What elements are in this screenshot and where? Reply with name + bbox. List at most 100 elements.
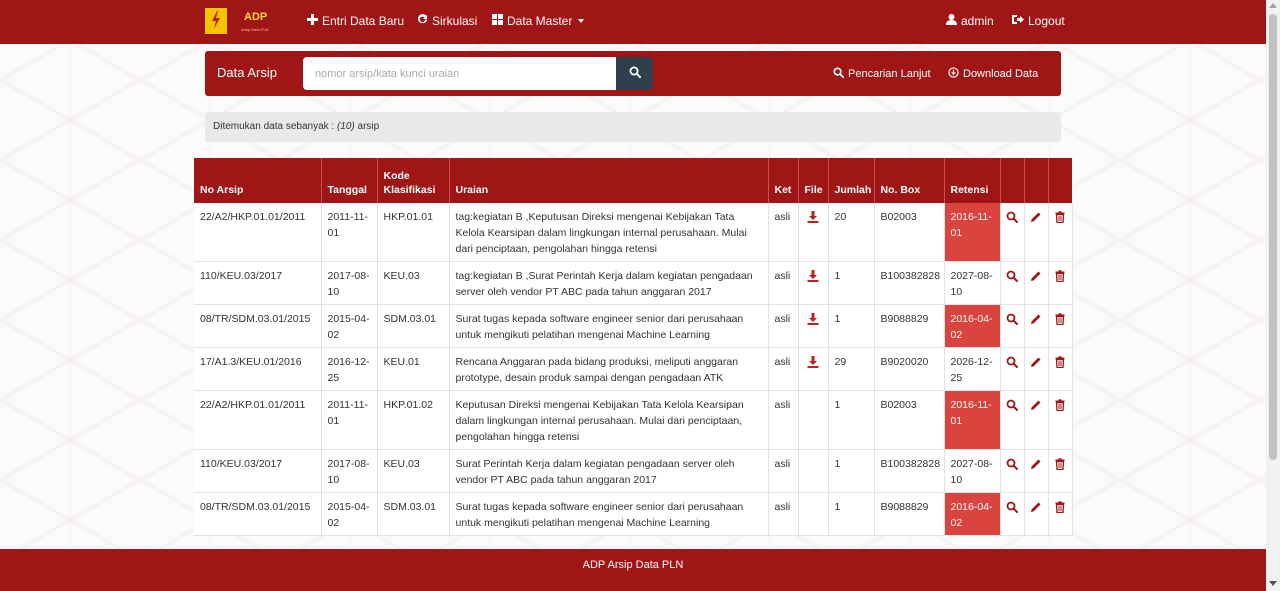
trash-icon[interactable] bbox=[1054, 458, 1066, 471]
header-ket[interactable]: Ket bbox=[768, 158, 799, 203]
cell-delete bbox=[1048, 304, 1073, 348]
table-row: 110/KEU.03/2017 2017-08-10 KEU.03 Surat Per… bbox=[194, 449, 1073, 493]
nav-user[interactable]: admin bbox=[946, 14, 994, 28]
trash-icon[interactable] bbox=[1054, 313, 1066, 326]
search-icon[interactable] bbox=[1006, 399, 1018, 412]
cell-delete bbox=[1048, 347, 1073, 391]
nav-user-label: admin bbox=[961, 14, 994, 28]
cell-delete bbox=[1048, 449, 1073, 493]
trash-icon[interactable] bbox=[1054, 501, 1066, 514]
pencil-icon[interactable] bbox=[1030, 356, 1042, 368]
scroll-up-arrow-icon[interactable] bbox=[1269, 3, 1277, 8]
cell-uraian: tag:kegiatan B ,Keputusan Direksi mengen… bbox=[449, 203, 769, 262]
pencil-icon[interactable] bbox=[1030, 313, 1042, 325]
brand-name[interactable]: ADP bbox=[244, 11, 267, 23]
search-icon[interactable] bbox=[1006, 270, 1018, 283]
download-icon[interactable] bbox=[807, 211, 819, 224]
nav-data-master[interactable]: Data Master bbox=[492, 14, 585, 28]
nav-entri-data-baru[interactable]: Entri Data Baru bbox=[307, 14, 404, 28]
cell-no-arsip: 22/A2/HKP.01.01/2011 bbox=[194, 203, 322, 262]
cell-tanggal: 2015-04-02 bbox=[321, 304, 378, 348]
pencil-icon[interactable] bbox=[1030, 270, 1042, 282]
nav-sirkulasi[interactable]: Sirkulasi bbox=[417, 14, 477, 28]
cell-uraian: Rencana Anggaran pada bidang produksi, m… bbox=[449, 347, 769, 391]
search-icon[interactable] bbox=[1006, 211, 1018, 224]
cell-no-box: B100382828 bbox=[874, 261, 945, 305]
result-count: (10) bbox=[336, 121, 355, 132]
cell-jumlah: 1 bbox=[828, 390, 875, 450]
user-icon bbox=[946, 14, 957, 28]
cell-no-arsip: 110/KEU.03/2017 bbox=[194, 261, 322, 305]
pencil-icon[interactable] bbox=[1030, 458, 1042, 470]
search-icon[interactable] bbox=[1006, 313, 1018, 326]
header-no-box[interactable]: No. Box bbox=[874, 158, 945, 203]
brand-subtitle: Arsip Data PLN bbox=[241, 27, 269, 32]
cell-kode-klasifikasi: KEU.03 bbox=[377, 449, 450, 493]
pencil-icon[interactable] bbox=[1030, 211, 1042, 223]
header-file[interactable]: File bbox=[798, 158, 829, 203]
trash-icon[interactable] bbox=[1054, 211, 1066, 224]
table-header-row: No Arsip Tanggal Kode Klasifikasi Uraian… bbox=[194, 158, 1072, 203]
header-action-delete bbox=[1048, 158, 1072, 203]
search-icon[interactable] bbox=[1006, 501, 1018, 514]
header-action-view bbox=[1000, 158, 1025, 203]
cell-no-box: B02003 bbox=[874, 203, 945, 262]
download-icon[interactable] bbox=[807, 313, 819, 326]
cell-no-arsip: 08/TR/SDM.03.01/2015 bbox=[194, 304, 322, 348]
download-data-label: Download Data bbox=[963, 68, 1039, 80]
cell-ket: asli bbox=[768, 347, 799, 391]
header-action-edit bbox=[1024, 158, 1049, 203]
cell-kode-klasifikasi: KEU.01 bbox=[377, 347, 450, 391]
nav-logout[interactable]: Logout bbox=[1012, 14, 1065, 28]
header-tanggal[interactable]: Tanggal bbox=[321, 158, 378, 203]
advanced-search-link[interactable]: Pencarian Lanjut bbox=[833, 67, 931, 81]
trash-icon[interactable] bbox=[1054, 399, 1066, 412]
cell-retensi: 2016-04-02 bbox=[944, 492, 1001, 536]
cell-jumlah: 20 bbox=[828, 203, 875, 262]
table-row: 110/KEU.03/2017 2017-08-10 KEU.03 tag:kegia… bbox=[194, 261, 1073, 305]
cell-uraian: Surat Perintah Kerja dalam kegiatan peng… bbox=[449, 449, 769, 493]
cell-jumlah: 1 bbox=[828, 449, 875, 493]
download-icon[interactable] bbox=[807, 356, 819, 369]
header-uraian[interactable]: Uraian bbox=[449, 158, 769, 203]
header-kode-klasifikasi[interactable]: Kode Klasifikasi bbox=[377, 158, 450, 203]
header-no-arsip[interactable]: No Arsip bbox=[194, 158, 322, 203]
cell-view bbox=[1000, 492, 1025, 536]
pencil-icon[interactable] bbox=[1030, 399, 1042, 411]
pencil-icon[interactable] bbox=[1030, 501, 1042, 513]
search-button[interactable] bbox=[616, 57, 653, 90]
cell-no-box: B9088829 bbox=[874, 304, 945, 348]
cell-file bbox=[798, 203, 829, 262]
search-panel: Data Arsip Pencarian Lanjut Download Dat… bbox=[205, 51, 1061, 96]
trash-icon[interactable] bbox=[1054, 356, 1066, 369]
scroll-down-arrow-icon[interactable] bbox=[1269, 581, 1277, 586]
cell-view bbox=[1000, 390, 1025, 450]
header-retensi[interactable]: Retensi bbox=[944, 158, 1001, 203]
search-input[interactable] bbox=[303, 57, 616, 90]
cell-view bbox=[1000, 304, 1025, 348]
search-icon bbox=[833, 67, 844, 81]
download-data-link[interactable]: Download Data bbox=[948, 67, 1038, 81]
scroll-thumb[interactable] bbox=[1269, 14, 1277, 460]
cell-jumlah: 1 bbox=[828, 492, 875, 536]
result-info: Ditemukan data sebanyak : (10) arsip bbox=[205, 112, 1061, 142]
result-info-prefix: Ditemukan data sebanyak : bbox=[213, 121, 337, 132]
download-icon[interactable] bbox=[807, 270, 819, 283]
cell-retensi: 2016-11-01 bbox=[944, 203, 1001, 262]
cell-retensi: 2016-04-02 bbox=[944, 304, 1001, 348]
pln-logo[interactable] bbox=[205, 8, 227, 34]
search-icon[interactable] bbox=[1006, 458, 1018, 471]
search-icon[interactable] bbox=[1006, 356, 1018, 369]
cell-kode-klasifikasi: SDM.03.01 bbox=[377, 492, 450, 536]
footer-text: ADP Arsip Data PLN bbox=[582, 559, 684, 571]
table-row: 17/A1.3/KEU.01/2016 2016-12-25 KEU.01 Renca… bbox=[194, 347, 1073, 391]
trash-icon[interactable] bbox=[1054, 270, 1066, 283]
page-scrollbar[interactable] bbox=[1266, 0, 1280, 591]
header-jumlah[interactable]: Jumlah bbox=[828, 158, 875, 203]
cell-jumlah: 1 bbox=[828, 304, 875, 348]
cell-edit bbox=[1024, 261, 1049, 305]
cell-edit bbox=[1024, 347, 1049, 391]
cell-tanggal: 2016-12-25 bbox=[321, 347, 378, 391]
cell-edit bbox=[1024, 449, 1049, 493]
cell-view bbox=[1000, 203, 1025, 262]
